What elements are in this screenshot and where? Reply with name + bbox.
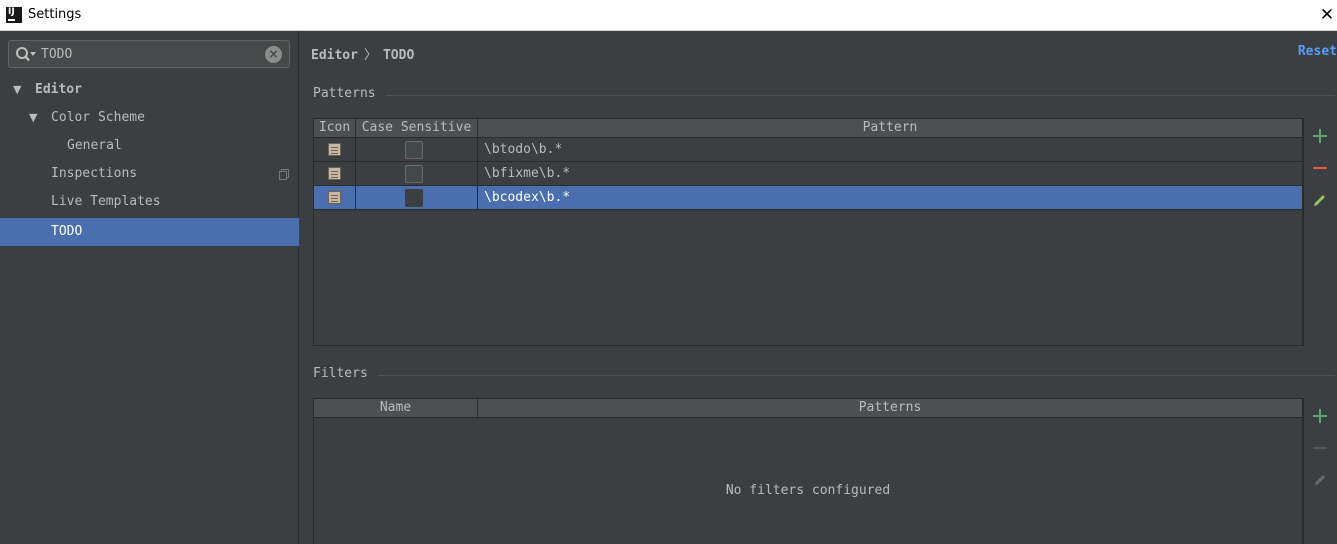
title-bar: IJ Settings ✕ (0, 0, 1337, 31)
filters-table: Name Patterns No filters configured (313, 398, 1303, 544)
project-settings-icon (279, 169, 289, 180)
section-divider (378, 375, 1335, 376)
search-icon[interactable] (15, 46, 37, 64)
patterns-table: Icon Case Sensitive Pattern \btodo\b.* \… (313, 118, 1303, 346)
tree-item-label: TODO (51, 224, 83, 239)
tree-item-label: Live Templates (51, 194, 161, 209)
expand-arrow-icon[interactable]: ▼ (29, 104, 37, 132)
breadcrumb-parent: Editor (311, 48, 358, 63)
column-header-name[interactable]: Name (314, 399, 478, 417)
patterns-table-header: Icon Case Sensitive Pattern (314, 119, 1302, 138)
tree-item-color-scheme[interactable]: ▼ Color Scheme (0, 104, 299, 132)
reset-link[interactable]: Reset (1298, 44, 1337, 59)
pattern-cell[interactable]: \bfixme\b.* (478, 162, 1302, 185)
tree-item-label: Inspections (51, 166, 138, 181)
remove-icon[interactable] (1311, 159, 1329, 177)
column-header-patterns[interactable]: Patterns (478, 399, 1302, 417)
breadcrumb-separator: 〉 (363, 48, 377, 63)
patterns-section-title: Patterns (313, 86, 376, 101)
todo-note-icon (328, 143, 341, 156)
column-header-pattern[interactable]: Pattern (478, 119, 1302, 137)
tree-item-editor[interactable]: ▼ Editor (0, 76, 299, 104)
breadcrumb-current: TODO (382, 48, 415, 63)
pattern-cell[interactable]: \bcodex\b.* (478, 186, 1302, 209)
section-divider (386, 95, 1335, 96)
filters-section-title: Filters (313, 366, 368, 381)
search-input[interactable] (41, 44, 261, 64)
table-row[interactable]: \bfixme\b.* (314, 162, 1302, 186)
remove-icon-disabled (1313, 447, 1327, 449)
settings-search-box[interactable]: × (8, 40, 290, 68)
filters-toolbar (1303, 398, 1335, 544)
expand-arrow-icon[interactable]: ▼ (13, 76, 21, 104)
tree-item-label: Editor (35, 82, 82, 97)
breadcrumb: Editor 〉 TODO (311, 44, 414, 63)
case-sensitive-checkbox[interactable] (405, 165, 423, 183)
case-sensitive-checkbox[interactable] (405, 141, 423, 159)
add-icon[interactable] (1311, 127, 1329, 145)
tree-item-live-templates[interactable]: Live Templates (0, 188, 299, 216)
clear-search-icon[interactable]: × (265, 46, 282, 63)
intellij-logo-icon: IJ (6, 7, 22, 23)
tree-item-label: General (67, 138, 122, 153)
column-header-case-sensitive[interactable]: Case Sensitive (356, 119, 478, 137)
tree-item-label: Color Scheme (51, 110, 145, 125)
empty-state-text: No filters configured (725, 483, 891, 498)
pattern-cell[interactable]: \btodo\b.* (478, 138, 1302, 161)
add-icon[interactable] (1311, 407, 1329, 425)
todo-note-icon (328, 167, 341, 180)
tree-item-inspections[interactable]: Inspections (0, 160, 299, 188)
close-icon[interactable]: ✕ (1319, 4, 1335, 26)
settings-main-panel: Editor 〉 TODO Reset Patterns Icon Case Sen… (300, 31, 1337, 544)
edit-pencil-icon[interactable] (1311, 191, 1329, 209)
todo-note-icon (328, 191, 341, 204)
filters-table-header: Name Patterns (314, 399, 1302, 418)
settings-sidebar: × ▼ Editor ▼ Color Scheme General Inspec… (0, 31, 299, 544)
edit-pencil-icon-disabled (1314, 475, 1325, 486)
case-sensitive-checkbox[interactable] (405, 189, 423, 207)
table-row[interactable]: \btodo\b.* (314, 138, 1302, 162)
tree-item-general[interactable]: General (0, 132, 299, 160)
patterns-toolbar (1303, 118, 1335, 346)
column-header-icon[interactable]: Icon (314, 119, 356, 137)
window-title: Settings (28, 7, 82, 22)
table-row-selected[interactable]: \bcodex\b.* (314, 186, 1302, 210)
tree-item-todo[interactable]: TODO (0, 218, 299, 246)
